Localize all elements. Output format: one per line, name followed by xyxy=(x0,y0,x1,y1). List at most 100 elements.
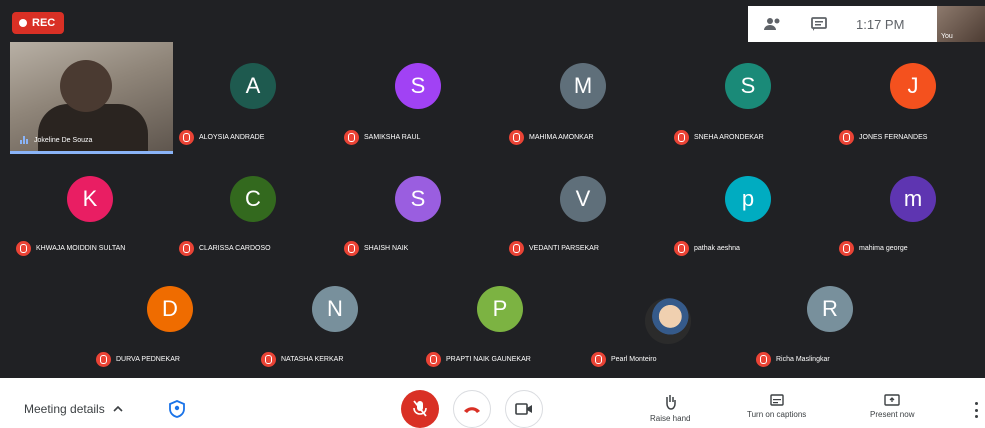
captions-label: Turn on captions xyxy=(747,410,807,419)
participant-avatar: m xyxy=(890,176,936,222)
present-icon xyxy=(884,394,900,406)
participant-name: KHWAJA MOIDDIN SULTAN xyxy=(36,245,126,252)
participant-tile[interactable]: S SHAISH NAIK xyxy=(338,155,498,265)
more-vert-icon[interactable] xyxy=(971,402,981,418)
chat-icon[interactable] xyxy=(804,9,834,39)
raise-hand-label: Raise hand xyxy=(650,414,691,423)
participant-tile[interactable]: N NATASHA KERKAR xyxy=(255,268,415,376)
participant-name-label: VEDANTI PARSEKAR xyxy=(509,241,599,256)
participant-tile[interactable]: C CLARISSA CARDOSO xyxy=(173,155,333,265)
hand-icon xyxy=(666,395,676,410)
participant-name-label: ALOYSIA ANDRADE xyxy=(179,130,264,145)
speaking-indicator-icon xyxy=(20,136,28,144)
participant-name: ALOYSIA ANDRADE xyxy=(199,134,265,141)
participant-name: SAMIKSHA RAUL xyxy=(364,134,421,141)
participant-name: MAHIMA AMONKAR xyxy=(529,134,594,141)
participant-name-label: MAHIMA AMONKAR xyxy=(509,130,594,145)
participant-avatar: p xyxy=(725,176,771,222)
muted-mic-icon xyxy=(261,352,276,367)
muted-mic-icon xyxy=(344,241,359,256)
participant-avatar: S xyxy=(725,63,771,109)
meeting-info-box: 1:17 PM You xyxy=(748,6,985,42)
pearl-avatar-image xyxy=(645,298,691,344)
participant-tile[interactable]: J JONES FERNANDES xyxy=(833,42,985,154)
participant-name-label: pathak aeshna xyxy=(674,241,740,256)
participant-name-label: PRAPTI NAIK GAUNEKAR xyxy=(426,352,531,367)
speaker-name: Jokeline De Souza xyxy=(34,136,93,144)
participant-name: Pearl Monteiro xyxy=(611,356,657,363)
recording-label: REC xyxy=(32,17,56,29)
participant-tile[interactable]: P PRAPTI NAIK GAUNEKAR xyxy=(420,268,580,376)
participant-name-label: SHAISH NAIK xyxy=(344,241,408,256)
raise-hand-button[interactable]: Raise hand xyxy=(650,394,690,423)
meeting-details-button[interactable]: Meeting details xyxy=(24,402,123,416)
participant-name-label: Pearl Monteiro xyxy=(591,352,657,367)
captions-button[interactable]: Turn on captions xyxy=(747,394,806,419)
call-end-icon xyxy=(464,407,480,413)
participant-avatar: J xyxy=(890,63,936,109)
participant-name: pathak aeshna xyxy=(694,245,740,252)
participant-name-label: CLARISSA CARDOSO xyxy=(179,241,271,256)
camera-icon xyxy=(515,403,532,415)
people-icon[interactable] xyxy=(758,9,788,39)
participant-avatar: P xyxy=(477,286,523,332)
muted-mic-icon xyxy=(16,241,31,256)
participant-tile[interactable]: R Richa Maslingkar xyxy=(750,268,910,376)
recording-badge: REC xyxy=(12,12,64,34)
participant-name-label: SNEHA ARONDEKAR xyxy=(674,130,764,145)
participant-tile[interactable]: K KHWAJA MOIDDIN SULTAN xyxy=(10,155,170,265)
participant-name: CLARISSA CARDOSO xyxy=(199,245,271,252)
video-grid: REC 1:17 PM You Jokeline De Souza A ALOYS… xyxy=(0,0,985,378)
top-strip: REC 1:17 PM You xyxy=(0,0,985,42)
muted-mic-icon xyxy=(426,352,441,367)
speaker-head xyxy=(60,60,112,112)
leave-call-button[interactable] xyxy=(453,390,491,428)
muted-mic-icon xyxy=(756,352,771,367)
muted-mic-icon xyxy=(674,130,689,145)
chevron-up-icon xyxy=(113,406,123,412)
speaker-body xyxy=(38,104,148,151)
participant-tile[interactable]: S SNEHA ARONDEKAR xyxy=(668,42,828,154)
participant-avatar: S xyxy=(395,176,441,222)
self-view[interactable]: You xyxy=(937,6,985,42)
participant-name: PRAPTI NAIK GAUNEKAR xyxy=(446,356,531,363)
participant-name: JONES FERNANDES xyxy=(859,134,928,141)
participant-tile[interactable]: M MAHIMA AMONKAR xyxy=(503,42,663,154)
muted-mic-icon xyxy=(509,241,524,256)
captions-icon xyxy=(769,394,784,406)
participant-avatar: S xyxy=(395,63,441,109)
participant-tile[interactable]: p pathak aeshna xyxy=(668,155,828,265)
participant-avatar: M xyxy=(560,63,606,109)
present-now-label: Present now xyxy=(870,410,915,419)
participant-name-label: Richa Maslingkar xyxy=(756,352,830,367)
participant-name-label: mahima george xyxy=(839,241,908,256)
participant-tile[interactable]: m mahima george xyxy=(833,155,985,265)
muted-mic-icon xyxy=(591,352,606,367)
participant-name: NATASHA KERKAR xyxy=(281,356,344,363)
participant-tile[interactable]: A ALOYSIA ANDRADE xyxy=(173,42,333,154)
participant-avatar: K xyxy=(67,176,113,222)
camera-button[interactable] xyxy=(505,390,543,428)
participant-tile[interactable]: V VEDANTI PARSEKAR xyxy=(503,155,663,265)
participant-avatar: D xyxy=(147,286,193,332)
speaker-label: Jokeline De Souza xyxy=(20,136,92,144)
participant-name-label: JONES FERNANDES xyxy=(839,130,927,145)
muted-mic-icon xyxy=(96,352,111,367)
muted-mic-icon xyxy=(839,130,854,145)
shield-icon[interactable] xyxy=(168,400,186,418)
bottom-toolbar: Meeting details Raise hand Turn on capti… xyxy=(0,378,985,428)
participant-tile[interactable]: S SAMIKSHA RAUL xyxy=(338,42,498,154)
participant-name: DURVA PEDNEKAR xyxy=(116,356,180,363)
participant-avatar: N xyxy=(312,286,358,332)
muted-mic-icon xyxy=(179,130,194,145)
participant-avatar: C xyxy=(230,176,276,222)
meeting-time: 1:17 PM xyxy=(856,16,905,32)
mic-off-button[interactable] xyxy=(401,390,439,428)
mic-off-icon xyxy=(413,400,427,417)
present-now-button[interactable]: Present now xyxy=(870,394,914,419)
participant-name-label: SAMIKSHA RAUL xyxy=(344,130,420,145)
meeting-details-label: Meeting details xyxy=(24,402,105,416)
speaker-video[interactable]: Jokeline De Souza xyxy=(10,42,173,154)
participant-tile[interactable]: D DURVA PEDNEKAR xyxy=(90,268,250,376)
participant-avatar: R xyxy=(807,286,853,332)
